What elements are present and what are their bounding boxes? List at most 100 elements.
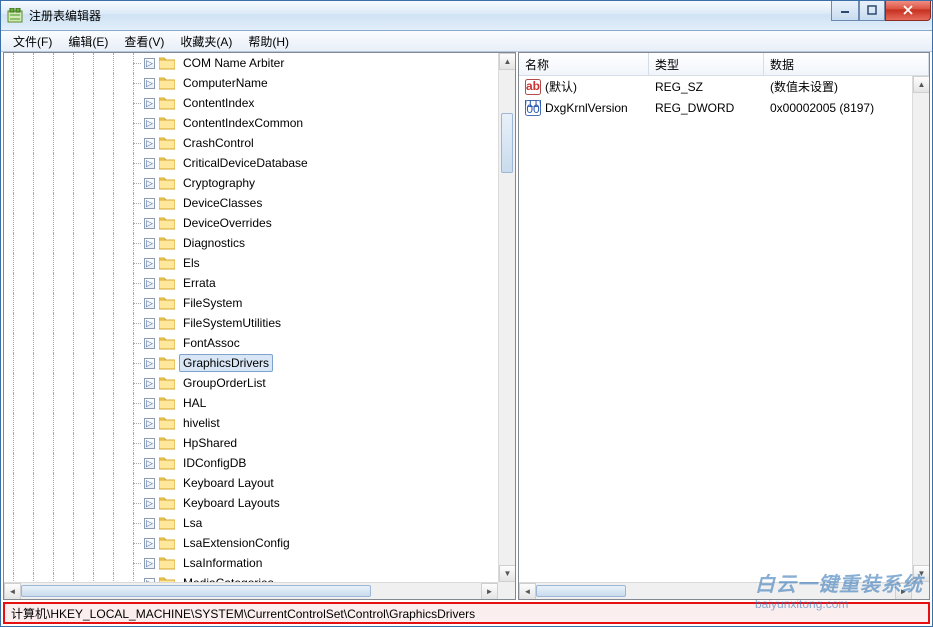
tree-label: Diagnostics bbox=[179, 234, 249, 252]
tree-node[interactable]: ▷ FontAssoc bbox=[4, 333, 498, 353]
expand-icon[interactable]: ▷ bbox=[144, 78, 155, 89]
expand-icon[interactable]: ▷ bbox=[144, 98, 155, 109]
tree-node[interactable]: ▷CriticalDeviceDatabase bbox=[4, 153, 498, 173]
expand-icon[interactable]: ▷ bbox=[144, 478, 155, 489]
tree-node[interactable]: ▷GraphicsDrivers bbox=[4, 353, 498, 373]
status-bar: 计算机\HKEY_LOCAL_MACHINE\SYSTEM\CurrentCon… bbox=[3, 602, 930, 624]
tree-label: Els bbox=[179, 254, 204, 272]
value-data: 0x00002005 (8197) bbox=[770, 101, 874, 115]
menu-file[interactable]: 文件(F) bbox=[5, 31, 60, 52]
value-type: REG_DWORD bbox=[655, 101, 734, 115]
value-row[interactable]: 01101001DxgKrnlVersionREG_DWORD0x0000200… bbox=[519, 97, 912, 118]
menu-view[interactable]: 查看(V) bbox=[116, 31, 172, 52]
value-row[interactable]: ab(默认)REG_SZ(数值未设置) bbox=[519, 76, 912, 97]
tree-node[interactable]: ▷ Diagnostics bbox=[4, 233, 498, 253]
expand-icon[interactable]: ▷ bbox=[144, 418, 155, 429]
values-list[interactable]: ab(默认)REG_SZ(数值未设置)01101001DxgKrnlVersio… bbox=[519, 76, 912, 582]
tree-label: Errata bbox=[179, 274, 220, 292]
content-area: ▷COM Name Arbiter▷ComputerName▷ContentIn… bbox=[1, 52, 932, 600]
menu-help[interactable]: 帮助(H) bbox=[240, 31, 297, 52]
expand-icon[interactable]: ▷ bbox=[144, 198, 155, 209]
tree-node[interactable]: ▷ HpShared bbox=[4, 433, 498, 453]
expand-icon[interactable]: ▷ bbox=[144, 338, 155, 349]
expand-icon[interactable]: ▷ bbox=[144, 398, 155, 409]
tree-node[interactable]: ▷ Keyboard Layouts bbox=[4, 493, 498, 513]
tree-node[interactable]: ▷ MediaCategories bbox=[4, 573, 498, 582]
expand-icon[interactable]: ▷ bbox=[144, 218, 155, 229]
expand-icon[interactable]: ▷ bbox=[144, 178, 155, 189]
tree-node[interactable]: ▷ IDConfigDB bbox=[4, 453, 498, 473]
expand-icon[interactable]: ▷ bbox=[144, 518, 155, 529]
maximize-button[interactable] bbox=[859, 1, 885, 21]
menu-edit[interactable]: 编辑(E) bbox=[60, 31, 116, 52]
tree-label: Cryptography bbox=[179, 174, 259, 192]
list-vscrollbar[interactable]: ▲ ▼ bbox=[912, 76, 929, 582]
column-name[interactable]: 名称 bbox=[519, 53, 649, 75]
close-button[interactable] bbox=[885, 1, 931, 21]
status-path: 计算机\HKEY_LOCAL_MACHINE\SYSTEM\CurrentCon… bbox=[11, 605, 475, 622]
tree-node[interactable]: ▷GroupOrderList bbox=[4, 373, 498, 393]
expand-icon[interactable]: ▷ bbox=[144, 158, 155, 169]
tree-label: LsaInformation bbox=[179, 554, 266, 572]
expand-icon[interactable]: ▷ bbox=[144, 278, 155, 289]
tree-node[interactable]: ▷FileSystem bbox=[4, 293, 498, 313]
minimize-button[interactable] bbox=[831, 1, 859, 21]
app-icon bbox=[7, 8, 23, 24]
expand-icon[interactable]: ▷ bbox=[144, 438, 155, 449]
tree-node[interactable]: ▷ Els bbox=[4, 253, 498, 273]
expand-icon[interactable]: ▷ bbox=[144, 138, 155, 149]
expand-icon[interactable]: ▷ bbox=[144, 238, 155, 249]
tree-label: HpShared bbox=[179, 434, 241, 452]
tree-node[interactable]: ▷hivelist bbox=[4, 413, 498, 433]
expand-icon[interactable]: ▷ bbox=[144, 378, 155, 389]
tree-label: ContentIndexCommon bbox=[179, 114, 307, 132]
value-data: (数值未设置) bbox=[770, 78, 838, 95]
expand-icon[interactable]: ▷ bbox=[144, 558, 155, 569]
expand-icon[interactable]: ▷ bbox=[144, 118, 155, 129]
tree-node[interactable]: ▷Keyboard Layout bbox=[4, 473, 498, 493]
registry-editor-window: 注册表编辑器 文件(F) 编辑(E) 查看(V) 收藏夹(A) 帮助(H) ▷C… bbox=[0, 0, 933, 627]
tree-node[interactable]: ▷ FileSystemUtilities bbox=[4, 313, 498, 333]
expand-icon[interactable]: ▷ bbox=[144, 258, 155, 269]
tree-label: Keyboard Layouts bbox=[179, 494, 284, 512]
tree-node[interactable]: ▷ ComputerName bbox=[4, 73, 498, 93]
expand-icon[interactable]: ▷ bbox=[144, 578, 155, 583]
tree-label: HAL bbox=[179, 394, 210, 412]
expand-icon[interactable]: ▷ bbox=[144, 458, 155, 469]
tree-node[interactable]: ▷LsaExtensionConfig bbox=[4, 533, 498, 553]
expand-icon[interactable]: ▷ bbox=[144, 58, 155, 69]
tree-node[interactable]: ▷ HAL bbox=[4, 393, 498, 413]
tree-node[interactable]: ▷DeviceClasses bbox=[4, 193, 498, 213]
tree-label: COM Name Arbiter bbox=[179, 54, 288, 72]
expand-icon[interactable]: ▷ bbox=[144, 298, 155, 309]
tree-label: IDConfigDB bbox=[179, 454, 250, 472]
registry-tree[interactable]: ▷COM Name Arbiter▷ComputerName▷ContentIn… bbox=[4, 53, 498, 582]
title-bar[interactable]: 注册表编辑器 bbox=[1, 1, 932, 31]
menu-favorites[interactable]: 收藏夹(A) bbox=[172, 31, 240, 52]
tree-node[interactable]: ▷ COM Name Arbiter bbox=[4, 53, 498, 73]
column-data[interactable]: 数据 bbox=[764, 53, 929, 75]
expand-icon[interactable]: ▷ bbox=[144, 538, 155, 549]
tree-node[interactable]: ▷DeviceOverrides bbox=[4, 213, 498, 233]
tree-node[interactable]: ▷Lsa bbox=[4, 513, 498, 533]
expand-icon[interactable]: ▷ bbox=[144, 358, 155, 369]
tree-node[interactable]: ▷CrashControl bbox=[4, 133, 498, 153]
tree-label: ComputerName bbox=[179, 74, 272, 92]
tree-node[interactable]: ▷ LsaInformation bbox=[4, 553, 498, 573]
tree-label: MediaCategories bbox=[179, 574, 278, 582]
tree-node[interactable]: ▷ContentIndex bbox=[4, 93, 498, 113]
values-header[interactable]: 名称 类型 数据 bbox=[519, 53, 929, 76]
tree-hscrollbar[interactable]: ◄ ► bbox=[4, 582, 498, 599]
tree-label: FontAssoc bbox=[179, 334, 244, 352]
list-hscrollbar[interactable]: ◄ ► bbox=[519, 582, 912, 599]
value-type: REG_SZ bbox=[655, 80, 703, 94]
tree-vscrollbar[interactable]: ▲ ▼ bbox=[498, 53, 515, 582]
expand-icon[interactable]: ▷ bbox=[144, 318, 155, 329]
window-controls bbox=[831, 1, 931, 21]
tree-label: FileSystemUtilities bbox=[179, 314, 285, 332]
tree-node[interactable]: ▷ Errata bbox=[4, 273, 498, 293]
expand-icon[interactable]: ▷ bbox=[144, 498, 155, 509]
tree-node[interactable]: ▷ Cryptography bbox=[4, 173, 498, 193]
column-type[interactable]: 类型 bbox=[649, 53, 764, 75]
tree-node[interactable]: ▷ ContentIndexCommon bbox=[4, 113, 498, 133]
